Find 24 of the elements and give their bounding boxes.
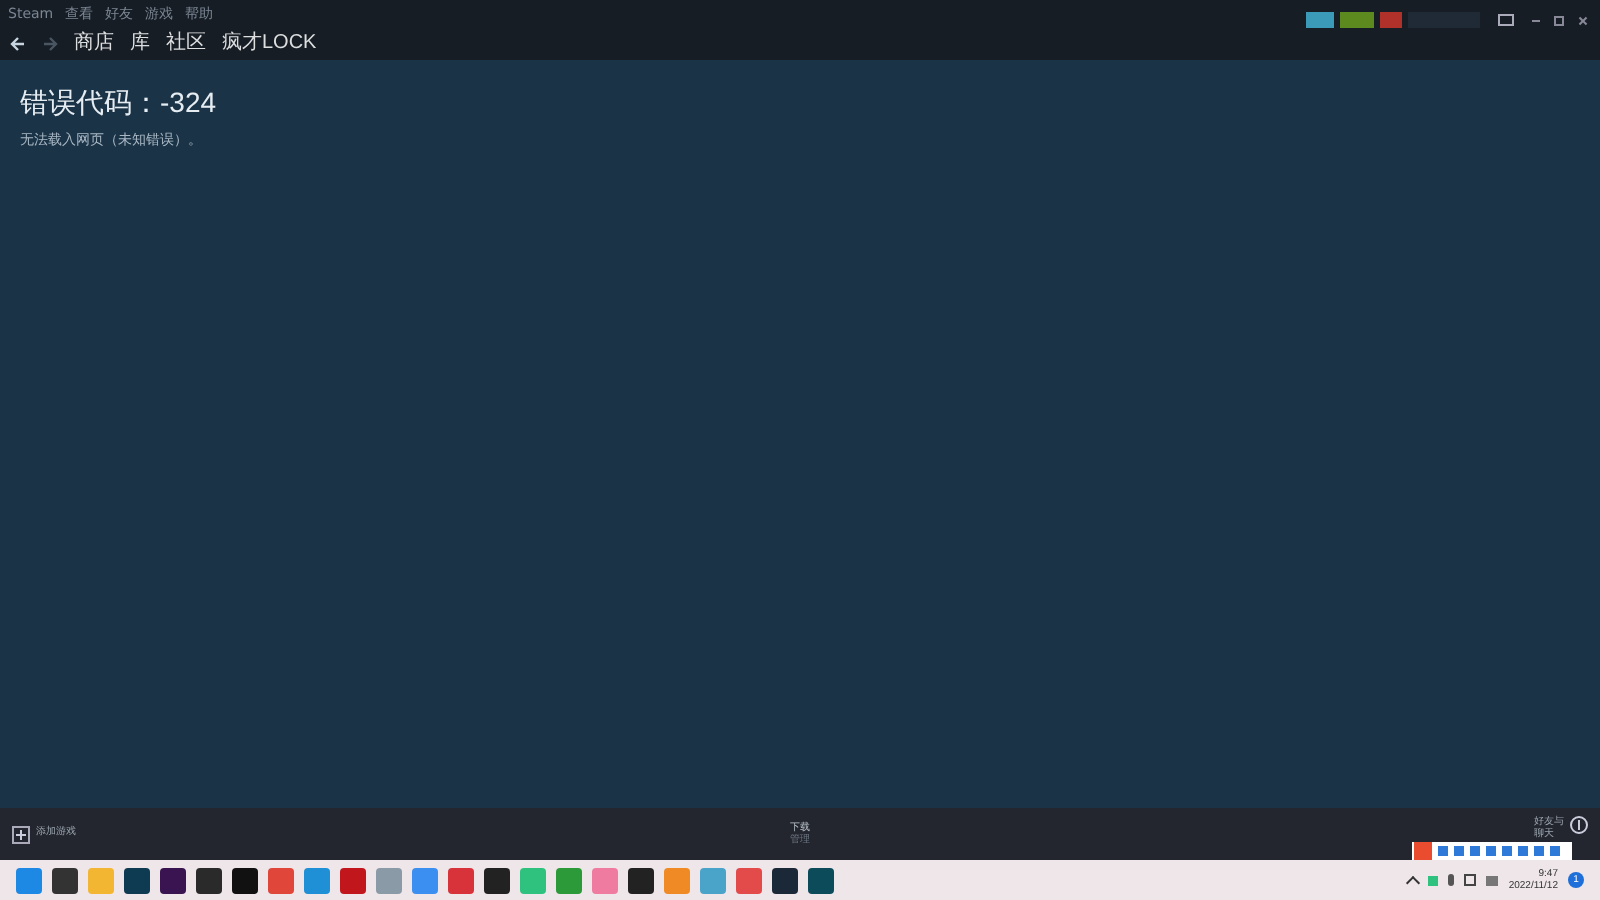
broadcast-button[interactable]	[1306, 11, 1334, 29]
nav-tab[interactable]: 库	[130, 32, 150, 56]
back-arrow-icon[interactable]	[10, 36, 26, 52]
minimize-icon[interactable]	[1532, 19, 1540, 21]
nav-tab[interactable]: 疯才LOCK	[222, 32, 317, 56]
ime-toolbar[interactable]	[1412, 842, 1572, 860]
app-icon[interactable]	[232, 867, 258, 893]
nav-tab[interactable]: 社区	[166, 32, 206, 56]
notification-button[interactable]	[1340, 11, 1374, 29]
maximize-icon[interactable]	[1554, 15, 1564, 25]
close-icon[interactable]	[1578, 15, 1588, 25]
inbox-button[interactable]	[1380, 11, 1402, 29]
app-icon[interactable]	[484, 867, 510, 893]
app-icon[interactable]	[196, 867, 222, 893]
app-icon[interactable]	[52, 867, 78, 893]
app-icon[interactable]	[160, 867, 186, 893]
error-title: 错误代码：-324	[20, 86, 217, 118]
app-icon[interactable]	[124, 867, 150, 893]
microphone-icon[interactable]	[1448, 874, 1455, 886]
app-icon[interactable]	[808, 867, 834, 893]
app-icon[interactable]	[628, 867, 654, 893]
nav-tab[interactable]: 商店	[74, 32, 114, 56]
add-icon[interactable]	[12, 825, 30, 843]
add-friend-icon[interactable]	[1570, 816, 1588, 834]
